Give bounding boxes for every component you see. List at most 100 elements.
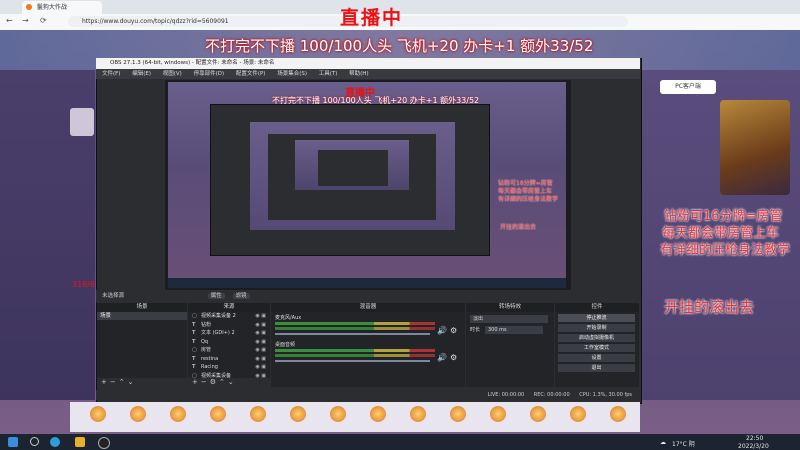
scenes-dock-header: 场景 [97,303,187,312]
windows-start-icon[interactable] [8,437,18,447]
pc-client-button[interactable]: PC客户端 [660,80,716,94]
streamer-avatar[interactable] [70,108,94,136]
game-promo-image[interactable] [720,100,790,195]
menu-docks[interactable]: 停靠部件(D) [194,71,225,77]
eye-lock-icon[interactable]: ◉ ▣ [255,355,266,364]
source-item[interactable]: T Racing ◉ ▣ [188,363,270,372]
obs-titlebar: OBS 27.1.3 (64-bit, windows) - 配置文件: 未命名… [96,58,640,69]
source-item[interactable]: T Qq ◉ ▣ [188,338,270,347]
settings-button[interactable]: 设置 [558,354,635,362]
source-type-icon: ▢ [192,347,197,353]
gift-icon[interactable] [530,406,546,422]
file-explorer-icon[interactable] [75,437,85,447]
gift-icon[interactable] [290,406,306,422]
preview-side-text-3: 有详细的压枪身法教学 [498,196,559,203]
stop-streaming-button[interactable]: 停止推流 [558,314,635,322]
gear-icon[interactable]: ⚙ [210,378,219,386]
move-down-icon[interactable]: ⌄ [128,378,137,386]
remove-scene-icon[interactable]: − [110,378,119,386]
gear-icon[interactable]: ⚙ [450,353,457,362]
transition-select[interactable]: 淡出 [470,315,548,323]
source-item[interactable]: T 钻粉 ◉ ▣ [188,321,270,330]
mixer-channel-label: 桌面音频 [275,342,296,348]
browser-tab[interactable]: 鬣狗大作战 [22,1,102,14]
gift-icon[interactable] [330,406,346,422]
menu-view[interactable]: 视图(V) [163,71,182,77]
gift-icon[interactable] [170,406,186,422]
scene-item[interactable]: 场景 [97,312,187,320]
no-source-label: 未选择源 [102,293,125,299]
gift-icon[interactable] [610,406,626,422]
gift-icon[interactable] [210,406,226,422]
preview-taskbar [168,278,566,288]
volume-slider[interactable] [275,333,430,335]
add-source-icon[interactable]: + [192,378,201,386]
rec-timer: REC: 00:00:00 [533,392,570,398]
nested-obs-window-3 [318,150,388,186]
studio-mode-button[interactable]: 工作室模式 [558,344,635,352]
speaker-icon[interactable]: 🔊 [437,353,447,362]
source-name: 视频采集设备 2 [201,313,236,319]
source-item[interactable]: Trestina ◉ ▣ [188,355,270,364]
duration-input[interactable]: 300 ms [485,326,543,334]
gift-icon[interactable] [570,406,586,422]
menu-profile[interactable]: 配置文件(P) [236,71,266,77]
source-item[interactable]: ▢ 房管 ◉ ▣ [188,346,270,355]
clock-date[interactable]: 2022/3/20 [738,443,769,450]
menu-tools[interactable]: 工具(T) [319,71,338,77]
edge-icon[interactable] [50,437,60,447]
menu-help[interactable]: 帮助(H) [349,71,368,77]
add-scene-icon[interactable]: + [101,378,110,386]
forward-icon[interactable]: → [22,16,29,25]
back-icon[interactable]: ← [6,16,13,25]
properties-button[interactable]: 属性 [207,293,225,299]
move-up-icon[interactable]: ⌃ [119,378,128,386]
menu-file[interactable]: 文件(F) [102,71,120,77]
source-name: 文本 (GDI+) 2 [201,330,235,336]
controls-dock-header: 控件 [555,303,639,312]
menu-edit[interactable]: 编辑(E) [132,71,151,77]
weather-icon[interactable]: ☁ [660,439,666,446]
move-up-icon[interactable]: ⌃ [219,378,228,386]
menu-scene-collection[interactable]: 场景集合(S) [277,71,307,77]
virtual-camera-button[interactable]: 启动虚拟摄像机 [558,334,635,342]
source-item[interactable]: T 文本 (GDI+) 2 ◉ ▣ [188,329,270,338]
gift-icon[interactable] [370,406,386,422]
left-counter: 318/6 [72,280,96,289]
audio-meter [275,327,435,330]
sources-list: ▢ 视频采集设备 2 ◉ ▣ T 钻粉 ◉ ▣ T 文本 (GDI+) 2 ◉ ▣ T Qq ◉… [188,312,270,379]
exit-button[interactable]: 退出 [558,364,635,372]
source-type-icon: T [192,330,196,336]
eye-lock-icon[interactable]: ◉ ▣ [255,321,266,330]
reload-icon[interactable]: ⟳ [40,16,47,25]
eye-lock-icon[interactable]: ◉ ▣ [255,346,266,355]
filters-button[interactable]: 滤镜 [232,293,250,299]
weather-text[interactable]: 17°C 阴 [672,439,695,448]
remove-source-icon[interactable]: − [201,378,210,386]
clock-time[interactable]: 22:50 [746,435,763,442]
audio-meter [275,322,435,325]
search-icon[interactable] [30,437,39,446]
gift-icon[interactable] [490,406,506,422]
source-item[interactable]: ▢ 视频采集设备 2 ◉ ▣ [188,312,270,321]
eye-lock-icon[interactable]: ◉ ▣ [255,329,266,338]
gear-icon[interactable]: ⚙ [450,326,457,335]
eye-lock-icon[interactable]: ◉ ▣ [255,312,266,321]
gift-icon[interactable] [250,406,266,422]
gift-icon[interactable] [130,406,146,422]
volume-slider[interactable] [275,360,430,362]
source-type-icon: T [192,321,196,328]
move-down-icon[interactable]: ⌄ [228,378,237,386]
gift-icon[interactable] [410,406,426,422]
start-recording-button[interactable]: 开始录制 [558,324,635,332]
gift-bar [70,402,640,432]
tab-title: 鬣狗大作战 [36,4,67,11]
gift-icon[interactable] [450,406,466,422]
eye-lock-icon[interactable]: ◉ ▣ [255,338,266,347]
obs-icon[interactable] [98,437,110,449]
transitions-panel [466,312,554,387]
eye-lock-icon[interactable]: ◉ ▣ [255,363,266,372]
mixer-dock-header: 混音器 [271,303,465,312]
speaker-icon[interactable]: 🔊 [437,326,447,335]
gift-icon[interactable] [90,406,106,422]
